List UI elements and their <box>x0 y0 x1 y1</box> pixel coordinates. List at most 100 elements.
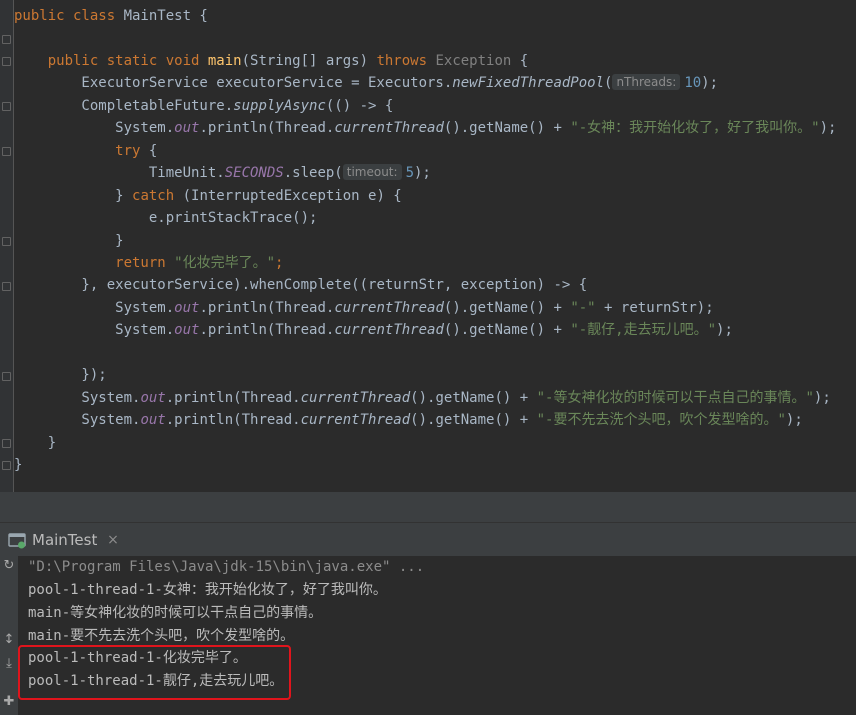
fold-marker-icon[interactable] <box>2 102 11 111</box>
code-token: } <box>14 457 23 473</box>
code-token: currentThread <box>300 389 411 406</box>
code-token: SECONDS <box>224 165 284 182</box>
code-token: public class <box>14 8 124 24</box>
code-token: catch <box>132 187 183 204</box>
run-tab-label: MainTest <box>32 530 98 549</box>
code-line: public class MainTest { <box>14 5 208 27</box>
code-line: }, executorService).whenComplete((return… <box>14 274 587 296</box>
code-token: ; <box>275 254 284 271</box>
code-token: out <box>140 412 166 429</box>
code-token: CompletableFuture. <box>14 97 234 114</box>
code-line: e.printStackTrace(); <box>14 207 318 229</box>
soft-wrap-icon[interactable]: ↕ <box>1 632 17 648</box>
fold-marker-icon[interactable] <box>2 147 11 156</box>
code-line: TimeUnit.SECONDS.sleep(timeout: 5); <box>14 162 431 184</box>
code-token: ().getName() + <box>410 412 537 429</box>
code-token: .println(Thread. <box>199 299 335 316</box>
fold-marker-icon[interactable] <box>2 372 11 381</box>
code-token: MainTest { <box>123 8 208 24</box>
code-token: executorService <box>106 277 234 294</box>
code-token: "-要不先去洗个头吧，吹个发型啥的。" <box>536 412 786 429</box>
code-token: e.printStackTrace(); <box>14 210 318 227</box>
code-line: CompletableFuture.supplyAsync(() -> { <box>14 95 393 117</box>
code-line: System.out.println(Thread.currentThread(… <box>14 387 831 409</box>
code-token: "-靓仔,走去玩儿吧。" <box>570 322 717 339</box>
pin-icon[interactable]: ✚ <box>1 694 17 710</box>
fold-marker-icon[interactable] <box>2 439 11 448</box>
parameter-hint: timeout: <box>342 164 402 181</box>
rerun-icon[interactable]: ↻ <box>1 558 17 574</box>
code-token: "-" <box>570 299 596 316</box>
code-token: + returnStr); <box>595 299 714 316</box>
code-token: out <box>174 299 200 316</box>
code-token: throws <box>376 52 436 69</box>
console-toolbar: ↻ ↕ ⤓ ✚ <box>0 556 18 715</box>
code-line: ExecutorService executorService = Execut… <box>14 72 718 94</box>
code-token: Exception <box>435 52 512 69</box>
code-token: .println(Thread. <box>165 389 301 406</box>
parameter-hint: nThreads: <box>612 74 681 91</box>
fold-marker-icon[interactable] <box>2 237 11 246</box>
highlight-annotation-box <box>18 645 291 700</box>
code-line: public static void main(String[] args) t… <box>14 50 528 72</box>
scroll-to-end-icon[interactable]: ⤓ <box>1 656 17 672</box>
code-line: } <box>14 454 22 476</box>
fold-marker-icon[interactable] <box>2 57 11 66</box>
code-token: ().getName() + <box>443 299 571 316</box>
console-output-line: main-等女神化妆的时候可以干点自己的事情。 <box>28 605 323 621</box>
run-config-icon <box>8 532 26 548</box>
code-token: currentThread <box>334 299 444 316</box>
code-token: ().getName() + <box>410 389 537 406</box>
fold-marker-icon[interactable] <box>2 461 11 470</box>
code-token: System. <box>14 389 141 406</box>
fold-marker-icon[interactable] <box>2 35 11 44</box>
code-token: .sleep( <box>283 165 343 182</box>
code-token: "-女神：我开始化妆了，好了我叫你。" <box>570 120 820 137</box>
code-line: }); <box>14 364 107 386</box>
code-editor[interactable]: public class MainTest { public static vo… <box>0 0 856 492</box>
code-token: ).whenComplete((returnStr, exception) ->… <box>233 277 588 294</box>
code-token: System. <box>14 299 175 316</box>
code-token: try <box>14 142 149 159</box>
code-token: 5 <box>405 165 414 182</box>
code-token: currentThread <box>334 120 444 137</box>
code-token: .println(Thread. <box>199 120 335 137</box>
code-token: } <box>14 434 57 451</box>
code-line: System.out.println(Thread.currentThread(… <box>14 319 733 341</box>
code-token: ); <box>785 412 803 429</box>
code-token: } <box>14 232 124 249</box>
code-token: }); <box>14 367 107 384</box>
code-token: ().getName() + <box>443 322 571 339</box>
code-token: main <box>207 52 242 69</box>
code-token: "-等女神化妆的时候可以干点自己的事情。" <box>536 389 814 406</box>
code-token: (String[] args) <box>241 52 377 69</box>
code-token: System. <box>14 322 175 339</box>
code-token: ( <box>604 75 613 92</box>
editor-panel-separator <box>0 492 856 522</box>
code-token: out <box>140 389 166 406</box>
code-token: ); <box>819 120 837 137</box>
code-token: 10 <box>684 75 702 92</box>
code-token: .println(Thread. <box>165 412 301 429</box>
code-token: .println(Thread. <box>199 322 335 339</box>
fold-marker-icon[interactable] <box>2 282 11 291</box>
code-line: } <box>14 230 124 252</box>
close-icon[interactable]: × <box>106 533 120 547</box>
code-line: System.out.println(Thread.currentThread(… <box>14 297 714 319</box>
code-line: System.out.println(Thread.currentThread(… <box>14 117 836 139</box>
code-token: return <box>14 254 175 271</box>
code-token: public static void <box>14 52 208 69</box>
code-line: } <box>14 432 56 454</box>
code-token: ); <box>813 389 831 406</box>
code-token: System. <box>14 412 141 429</box>
code-token: ); <box>716 322 733 339</box>
code-token: (InterruptedException e) { <box>182 187 402 204</box>
code-line: try { <box>14 140 157 162</box>
code-token: out <box>174 322 200 339</box>
run-tool-window-header: MainTest × <box>0 522 856 556</box>
code-token: { <box>511 52 529 69</box>
code-token: currentThread <box>300 412 411 429</box>
code-token: supplyAsync <box>233 97 326 114</box>
code-token: ExecutorService executorService = Execut… <box>14 75 453 92</box>
code-token: ().getName() + <box>443 120 571 137</box>
